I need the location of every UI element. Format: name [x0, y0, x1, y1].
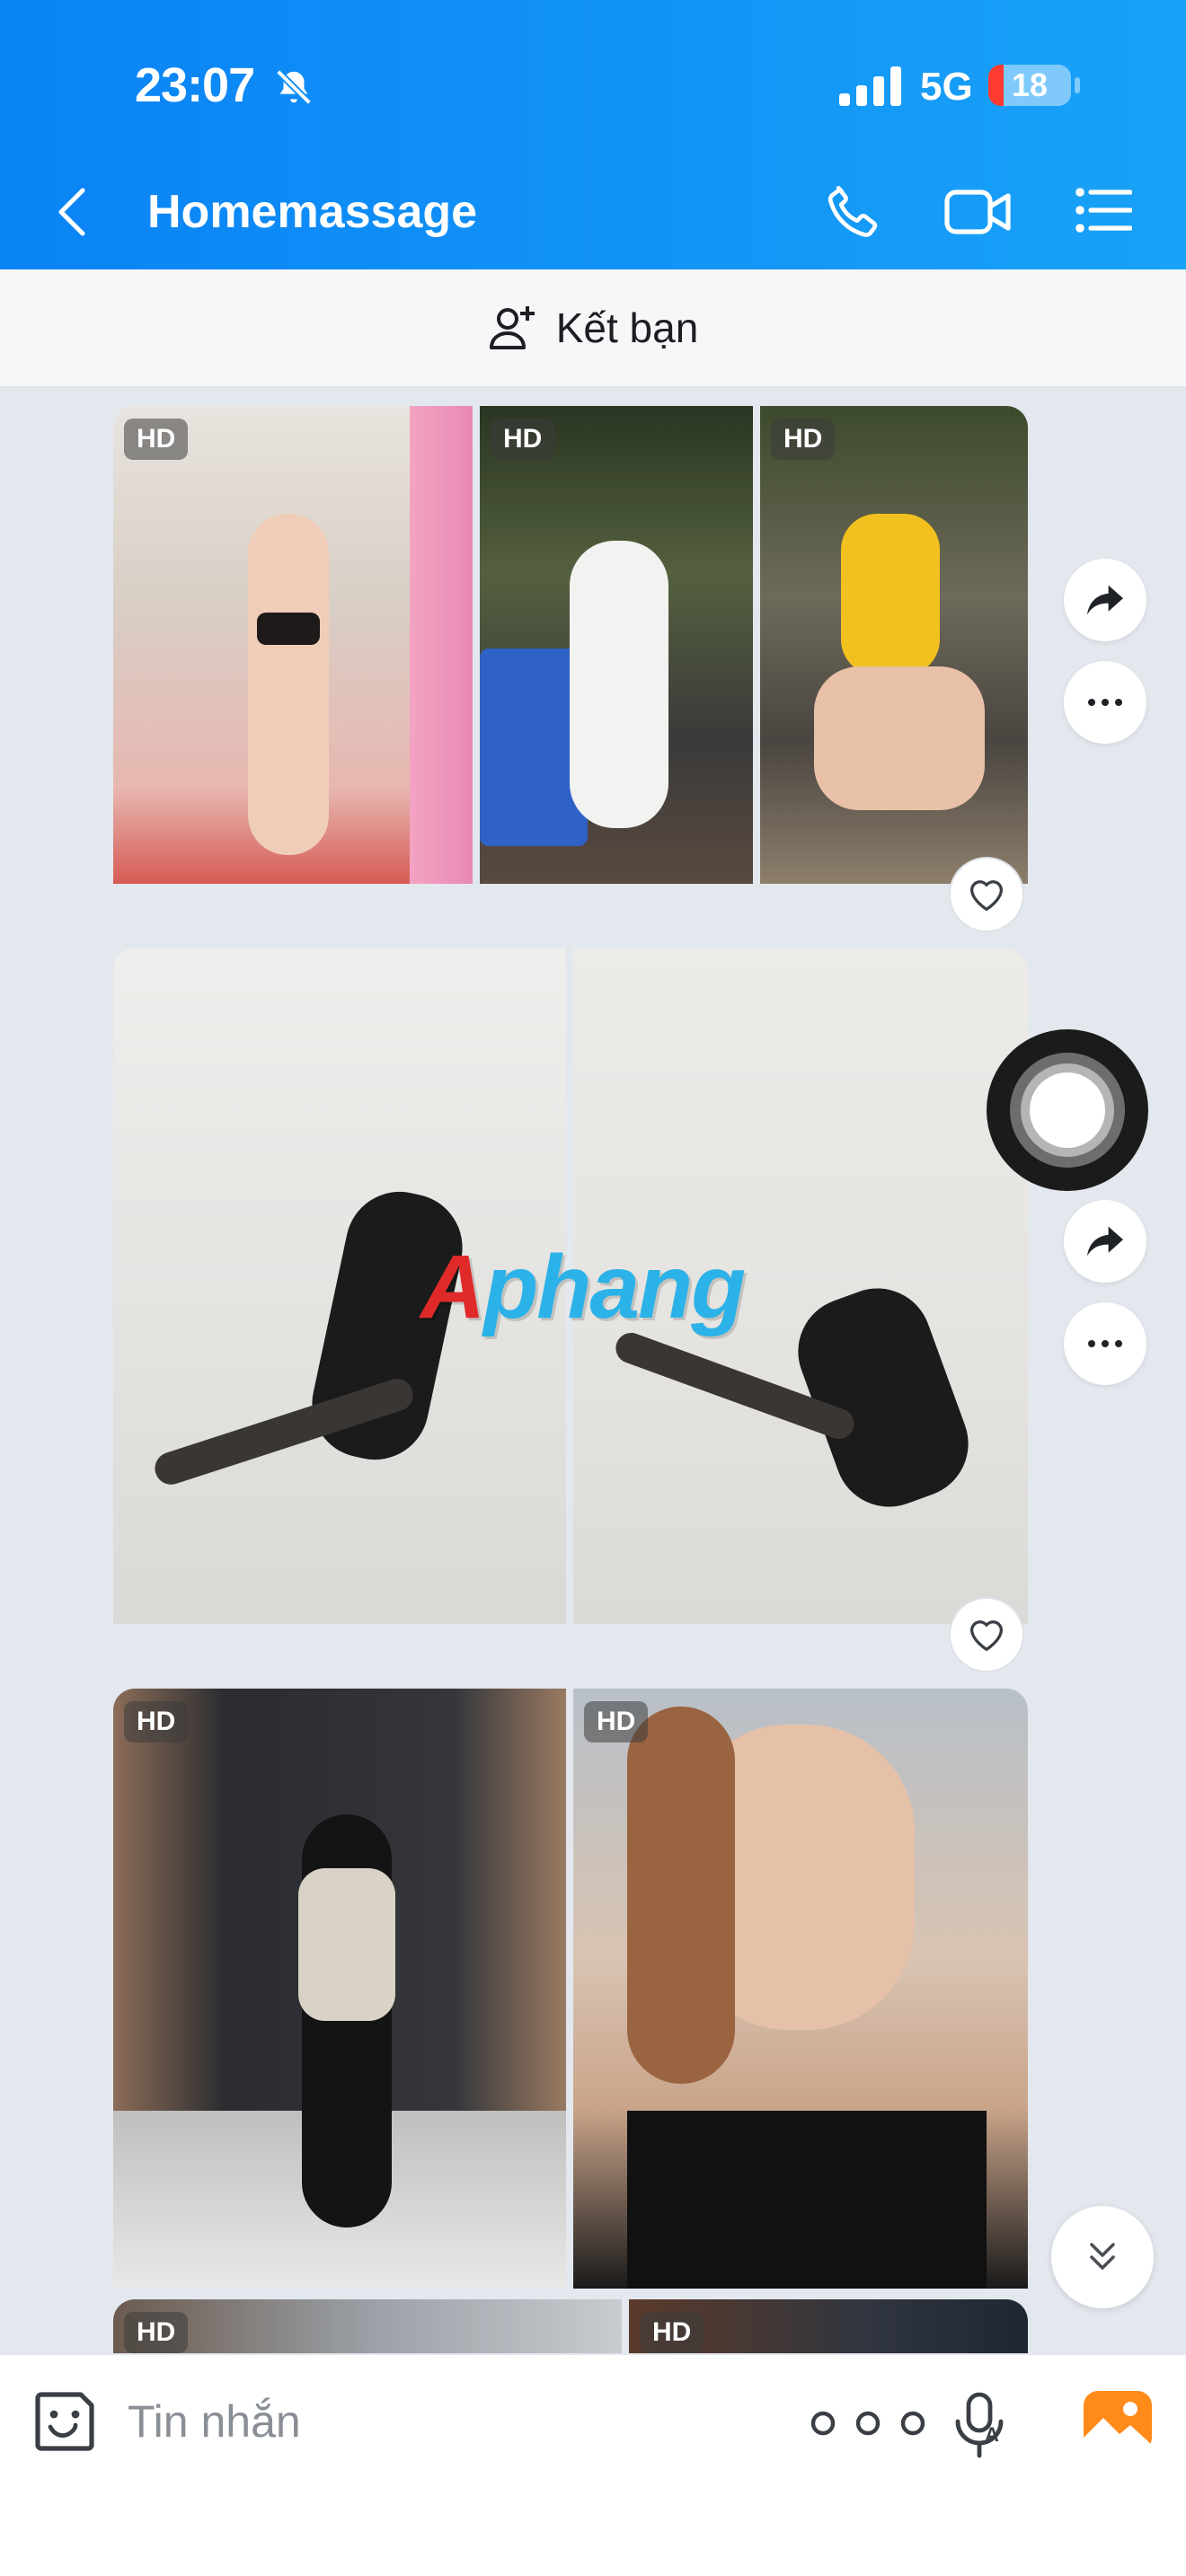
watermark-rest: phang	[483, 1237, 746, 1337]
photo-message-1b[interactable]: HD	[480, 406, 753, 884]
assistive-touch-button[interactable]	[987, 1029, 1148, 1191]
mirror-frame	[410, 406, 473, 884]
header-bar: 23:07 5G 18 Homemassage	[0, 0, 1186, 269]
add-friend-label: Kết bạn	[555, 304, 699, 351]
svg-text:A: A	[985, 2423, 999, 2446]
message-input[interactable]	[128, 2386, 757, 2457]
scroll-to-bottom-button[interactable]	[1051, 2206, 1154, 2308]
figure-shape	[570, 541, 668, 828]
battery-percent: 18	[1011, 66, 1049, 103]
back-icon[interactable]	[56, 187, 88, 237]
watermark-first-letter: A	[420, 1237, 485, 1337]
hd-badge: HD	[124, 1701, 189, 1742]
share-icon	[1087, 1226, 1123, 1257]
more-button[interactable]	[1064, 661, 1146, 744]
sticker-icon[interactable]	[31, 2387, 99, 2456]
message-list[interactable]: HD HD HD HD HD HD HD Aphang	[0, 388, 1186, 2353]
figure-shape	[248, 514, 329, 855]
voice-to-text-icon[interactable]: A	[951, 2391, 1008, 2459]
video-camera-icon[interactable]	[943, 185, 1015, 239]
status-time: 23:07	[135, 58, 255, 112]
conversation-title[interactable]: Homemassage	[147, 185, 477, 239]
add-friend-icon	[489, 306, 535, 349]
share-icon	[1087, 585, 1123, 615]
figure-top	[627, 2111, 987, 2289]
list-menu-icon[interactable]	[1075, 187, 1132, 234]
network-label: 5G	[920, 65, 973, 109]
figure-legs	[814, 666, 985, 810]
more-icon	[1088, 1340, 1122, 1347]
assistive-touch-ring	[1010, 1053, 1125, 1168]
more-button[interactable]	[1064, 1302, 1146, 1385]
share-button[interactable]	[1064, 559, 1146, 641]
watermark-logo: Aphang	[420, 1236, 746, 1339]
heart-icon	[970, 1620, 1004, 1651]
photo-message-1c[interactable]: HD	[760, 406, 1028, 884]
photo-message-4b[interactable]: HD	[629, 2299, 1028, 2353]
composer-bar: A	[0, 2353, 1186, 2576]
figure-detail	[257, 613, 320, 645]
figure-top	[841, 514, 940, 675]
photo-message-1a[interactable]: HD	[113, 406, 473, 884]
gallery-icon[interactable]	[1084, 2391, 1152, 2452]
add-friend-bar[interactable]: Kết bạn	[0, 269, 1186, 388]
hd-badge: HD	[124, 419, 189, 460]
hd-badge: HD	[124, 2312, 189, 2353]
battery-indicator: 18	[988, 65, 1071, 106]
photo-message-3a[interactable]: HD	[113, 1689, 566, 2289]
battery-cap	[1075, 77, 1080, 93]
assistive-touch-core	[1030, 1072, 1105, 1148]
hd-badge: HD	[640, 2312, 704, 2353]
like-button[interactable]	[949, 857, 1024, 932]
signal-icon	[839, 66, 901, 106]
figure-top	[298, 1868, 395, 2021]
bell-slash-icon	[276, 69, 312, 105]
dots-icon[interactable]	[809, 2411, 927, 2436]
share-button[interactable]	[1064, 1200, 1146, 1283]
more-icon	[1088, 699, 1122, 706]
like-button[interactable]	[949, 1597, 1024, 1672]
phone-icon[interactable]	[821, 181, 884, 244]
hd-badge: HD	[771, 419, 836, 460]
hd-badge: HD	[491, 419, 555, 460]
hd-badge: HD	[584, 1701, 649, 1742]
assistive-touch-ring-inner	[1021, 1063, 1114, 1157]
heart-icon	[970, 880, 1004, 911]
chevron-double-down-icon	[1090, 2243, 1115, 2270]
photo-message-3b[interactable]: HD	[573, 1689, 1028, 2289]
hair-shape	[627, 1707, 735, 2084]
photo-message-4a[interactable]: HD	[113, 2299, 622, 2353]
